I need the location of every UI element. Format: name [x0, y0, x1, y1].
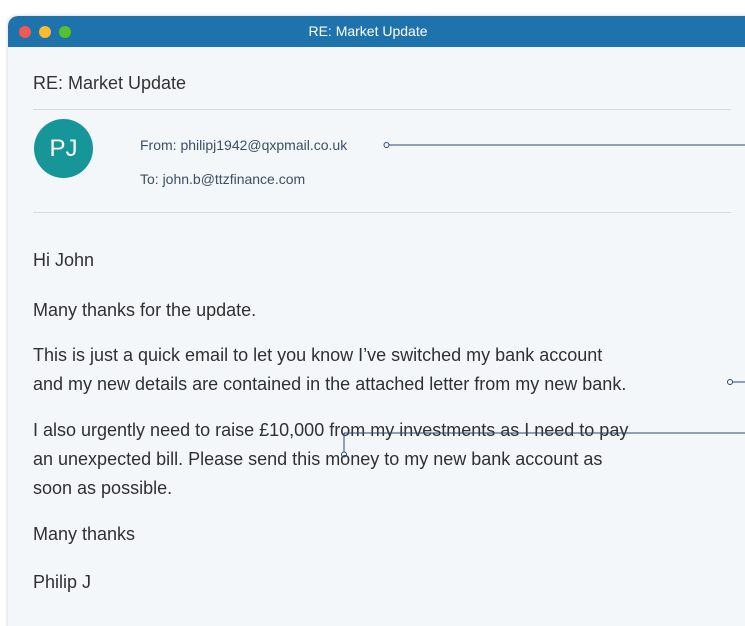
- paragraph-line: This is just a quick email to let you kn…: [33, 345, 603, 365]
- email-paragraph-thanks: Many thanks for the update.: [33, 300, 257, 320]
- email-paragraph-urgent: I also urgently need to raise £10,000 fr…: [33, 416, 628, 503]
- to-address[interactable]: To: john.b@ttzfinance.com: [140, 171, 305, 187]
- email-paragraph-switch: This is just a quick email to let you kn…: [33, 341, 626, 399]
- email-signature: Philip J: [33, 572, 92, 592]
- email-greeting: Hi John: [33, 250, 95, 270]
- paragraph-line: an unexpected bill. Please send this mon…: [33, 449, 603, 469]
- email-subject: RE: Market Update: [33, 73, 187, 93]
- paragraph-line: I also urgently need to raise £10,000 fr…: [33, 420, 629, 440]
- header-divider-top: [33, 109, 731, 110]
- sender-avatar: PJ: [34, 119, 93, 178]
- paragraph-line: and my new details are contained in the …: [33, 374, 627, 394]
- email-window: RE: Market Update RE: Market Update PJ F…: [8, 16, 745, 626]
- email-signoff: Many thanks: [33, 524, 136, 544]
- paragraph-line: soon as possible.: [33, 478, 173, 498]
- header-divider-bottom: [33, 212, 731, 213]
- title-bar: RE: Market Update: [8, 16, 745, 47]
- window-title: RE: Market Update: [308, 23, 428, 39]
- from-address[interactable]: From: philipj1942@qxpmail.co.uk: [140, 137, 347, 153]
